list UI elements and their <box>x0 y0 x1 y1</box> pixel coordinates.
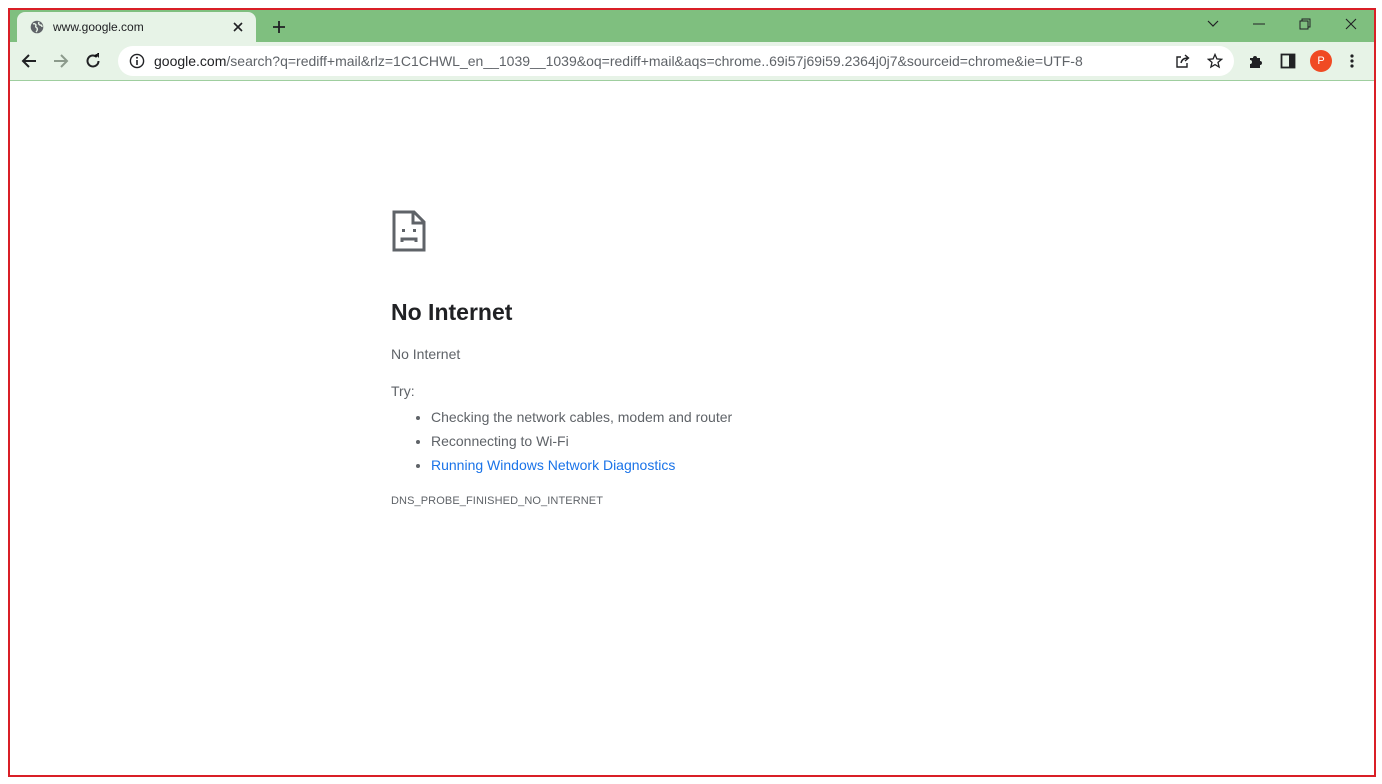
close-tab-icon[interactable] <box>228 17 248 37</box>
url-host: google.com <box>154 53 227 69</box>
error-heading: No Internet <box>391 299 513 325</box>
network-diagnostics-link[interactable]: Running Windows Network Diagnostics <box>431 457 675 473</box>
suggestion-diagnostics-item: Running Windows Network Diagnostics <box>431 453 1091 477</box>
side-panel-icon[interactable] <box>1275 48 1301 74</box>
globe-icon <box>29 19 45 35</box>
bookmark-star-icon[interactable] <box>1202 48 1228 74</box>
reload-icon[interactable] <box>80 48 106 74</box>
error-code: DNS_PROBE_FINISHED_NO_INTERNET <box>391 495 604 507</box>
new-tab-icon[interactable] <box>268 16 290 38</box>
suggestion-check-cables: Checking the network cables, modem and r… <box>431 405 1091 429</box>
suggestions-list: Checking the network cables, modem and r… <box>391 405 1091 477</box>
address-bar[interactable]: google.com/search?q=rediff+mail&rlz=1C1C… <box>118 46 1234 76</box>
error-subheading: No Internet <box>391 346 461 362</box>
minimize-icon[interactable] <box>1236 10 1282 38</box>
extensions-puzzle-icon[interactable] <box>1243 48 1269 74</box>
tab-strip: www.google.com <box>10 10 1374 42</box>
tab-search-chevron-down-icon[interactable] <box>1190 10 1236 38</box>
restore-icon[interactable] <box>1282 10 1328 38</box>
url-path: /search?q=rediff+mail&rlz=1C1CHWL_en__10… <box>226 53 1083 69</box>
try-label: Try: <box>391 383 415 399</box>
sad-file-icon <box>391 209 427 253</box>
close-window-icon[interactable] <box>1328 10 1374 38</box>
site-info-icon[interactable] <box>124 48 150 74</box>
browser-window: www.google.com google.com/search?q=redif… <box>8 8 1376 777</box>
profile-avatar[interactable]: P <box>1310 50 1332 72</box>
tab-title: www.google.com <box>53 20 144 34</box>
back-arrow-icon[interactable] <box>16 48 42 74</box>
toolbar: google.com/search?q=rediff+mail&rlz=1C1C… <box>10 42 1374 81</box>
forward-arrow-icon[interactable] <box>48 48 74 74</box>
page-content: No Internet No Internet Try: Checking th… <box>10 81 1374 775</box>
share-icon[interactable] <box>1170 48 1196 74</box>
tab-active[interactable]: www.google.com <box>17 12 256 42</box>
url-text[interactable]: google.com/search?q=rediff+mail&rlz=1C1C… <box>154 53 1170 69</box>
menu-kebab-icon[interactable] <box>1339 48 1365 74</box>
suggestion-reconnect-wifi: Reconnecting to Wi-Fi <box>431 429 1091 453</box>
error-container: No Internet No Internet Try: Checking th… <box>391 209 1091 507</box>
